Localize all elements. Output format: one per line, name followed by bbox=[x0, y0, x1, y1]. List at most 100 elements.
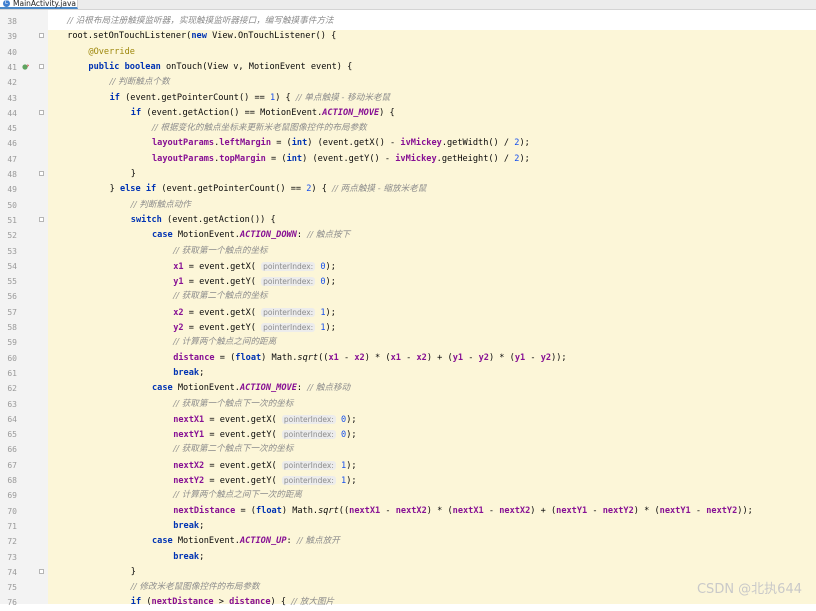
line-number: 62 bbox=[7, 384, 17, 394]
code-text: if (event.getAction() == MotionEvent.ACT… bbox=[131, 106, 395, 121]
fold-toggle-icon[interactable] bbox=[39, 216, 44, 222]
tab-label: MainActivity.java bbox=[13, 0, 76, 8]
code-token: = ( bbox=[265, 153, 287, 164]
code-token: ) Math. bbox=[261, 352, 298, 363]
code-line[interactable]: 57 x2 = event.getX( pointerIndex: 1); bbox=[0, 305, 816, 320]
code-text: // 判断触点动作 bbox=[131, 198, 191, 213]
code-token: new bbox=[191, 31, 207, 42]
code-line[interactable]: 43 if (event.getPointerCount() == 1) { //… bbox=[0, 91, 816, 106]
override-icon[interactable] bbox=[22, 63, 29, 71]
code-token: ); bbox=[519, 153, 530, 164]
code-line[interactable]: 67 nextX2 = event.getX( pointerIndex: 1); bbox=[0, 458, 816, 473]
code-text: nextX2 = event.getX( pointerIndex: 1); bbox=[173, 458, 357, 474]
code-token: // 判断触点动作 bbox=[130, 199, 191, 210]
code-line[interactable]: 66 // 获取第二个触点下一次的坐标 bbox=[0, 442, 816, 457]
code-token: // 获取第二个触点的坐标 bbox=[173, 291, 268, 302]
code-token: nextDistance bbox=[173, 505, 236, 516]
code-line[interactable]: 73 break; bbox=[0, 550, 816, 565]
code-token: } bbox=[130, 169, 136, 179]
code-line[interactable]: 74} bbox=[0, 565, 816, 580]
code-line[interactable]: 52 case MotionEvent.ACTION_DOWN: // 触点按下 bbox=[0, 228, 816, 243]
code-line[interactable]: 59 // 计算两个触点之间的距离 bbox=[0, 335, 816, 350]
code-line[interactable]: 46 layoutParams.leftMargin = (int) (event… bbox=[0, 136, 816, 151]
code-token: - bbox=[483, 505, 500, 516]
code-line[interactable]: 61 break; bbox=[0, 366, 816, 381]
code-token: x1 bbox=[328, 352, 339, 363]
code-token: if bbox=[109, 92, 120, 103]
parameter-hint: pointerIndex: bbox=[261, 307, 316, 317]
code-line[interactable]: 58 y2 = event.getY( pointerIndex: 1); bbox=[0, 320, 816, 335]
code-text: layoutParams.leftMargin = (int) (event.g… bbox=[152, 136, 530, 151]
code-line[interactable]: 44 if (event.getAction() == MotionEvent.A… bbox=[0, 106, 816, 121]
code-line[interactable]: 68 nextY2 = event.getY( pointerIndex: 1); bbox=[0, 473, 816, 488]
code-line[interactable]: 54 x1 = event.getX( pointerIndex: 0); bbox=[0, 259, 816, 274]
code-token: MotionEvent. bbox=[172, 536, 240, 547]
code-line[interactable]: 76 if (nextDistance > distance) { // 放大图片 bbox=[0, 595, 816, 610]
code-token: ); bbox=[325, 307, 336, 318]
code-token: - bbox=[525, 352, 541, 363]
code-token: // 获取第一个触点的坐标 bbox=[173, 245, 268, 256]
watermark: CSDN @北执644 bbox=[696, 582, 802, 597]
code-line[interactable]: 70 nextDistance = (float) Math.sqrt((next… bbox=[0, 504, 816, 519]
code-line[interactable]: 42 // 判断触点个数 bbox=[0, 75, 816, 90]
code-line[interactable]: 53 // 获取第一个触点的坐标 bbox=[0, 244, 816, 259]
code-token: ivMickey bbox=[395, 153, 437, 164]
code-line[interactable]: 64 nextX1 = event.getX( pointerIndex: 0); bbox=[0, 412, 816, 427]
tab-main-activity[interactable]: C MainActivity.java bbox=[0, 0, 78, 9]
parameter-hint: pointerIndex: bbox=[281, 414, 336, 424]
code-line[interactable]: 45 // 根据变化的触点坐标来更新米老鼠图像控件的布局参数 bbox=[0, 121, 816, 136]
line-number: 48 bbox=[7, 170, 17, 179]
code-token: // 根据变化的触点坐标来更新米老鼠图像控件的布局参数 bbox=[152, 123, 367, 134]
code-token: = event.getX( bbox=[204, 414, 282, 425]
fold-toggle-icon[interactable] bbox=[39, 33, 44, 39]
code-line[interactable]: 39 root.setOnTouchListener(new View.OnTou… bbox=[0, 29, 816, 44]
code-token: nextY2 bbox=[173, 476, 205, 486]
code-line[interactable]: 41 public boolean onTouch(View v, MotionE… bbox=[0, 60, 816, 75]
code-line[interactable]: 40 @Override bbox=[0, 45, 816, 60]
code-text: y2 = event.getY( pointerIndex: 1); bbox=[173, 320, 336, 336]
code-token: // 放大图片 bbox=[291, 597, 335, 608]
line-number: 57 bbox=[7, 307, 17, 317]
code-line[interactable]: 49} else if (event.getPointerCount() == … bbox=[0, 182, 816, 197]
code-line[interactable]: 75 // 修改米老鼠图像控件的布局参数 bbox=[0, 580, 816, 595]
code-token: // 触点移动 bbox=[307, 383, 351, 394]
code-token: x2 bbox=[416, 352, 427, 363]
fold-toggle-icon[interactable] bbox=[39, 63, 44, 69]
code-line[interactable]: 63 // 获取第一个触点下一次的坐标 bbox=[0, 397, 816, 412]
code-editor[interactable]: 38 // 沿根布局注册触摸监听器，实现触摸监听器接口，编写触摸事件方法 39 roo… bbox=[0, 10, 816, 607]
parameter-hint: pointerIndex: bbox=[281, 430, 336, 440]
code-line[interactable]: 71 break; bbox=[0, 519, 816, 534]
code-line[interactable]: 60 distance = (float) Math.sqrt((x1 - x2)… bbox=[0, 351, 816, 366]
code-line[interactable]: 62 case MotionEvent.ACTION_MOVE: // 触点移动 bbox=[0, 381, 816, 396]
code-token: nextX1 bbox=[452, 505, 484, 516]
code-token: ) * ( bbox=[364, 352, 391, 363]
code-line[interactable]: 48} bbox=[0, 167, 816, 182]
fold-toggle-icon[interactable] bbox=[39, 568, 44, 574]
code-line[interactable]: 50 // 判断触点动作 bbox=[0, 198, 816, 213]
code-token: - bbox=[690, 505, 707, 516]
code-line[interactable]: 69 // 计算两个触点之间下一次的距离 bbox=[0, 488, 816, 503]
code-token: ( bbox=[141, 597, 152, 608]
code-token: )); bbox=[737, 505, 753, 516]
code-text: // 获取第一个触点的坐标 bbox=[173, 244, 267, 259]
fold-toggle-icon[interactable] bbox=[39, 109, 44, 115]
code-token: case bbox=[152, 383, 173, 394]
code-token: break bbox=[173, 367, 200, 378]
code-line[interactable]: 72 case MotionEvent.ACTION_UP: // 触点放开 bbox=[0, 534, 816, 549]
code-line[interactable]: 55 y1 = event.getY( pointerIndex: 0); bbox=[0, 274, 816, 289]
fold-toggle-icon[interactable] bbox=[39, 171, 44, 176]
editor-tab-bar: C MainActivity.java bbox=[0, 0, 816, 10]
code-token: nextX2 bbox=[173, 460, 205, 471]
code-token: int bbox=[291, 138, 308, 149]
code-token: ); bbox=[346, 476, 357, 486]
code-line[interactable]: 47 layoutParams.topMargin = (int) (event.… bbox=[0, 152, 816, 167]
code-token: float bbox=[235, 352, 262, 363]
code-line[interactable]: 65 nextY1 = event.getY( pointerIndex: 0); bbox=[0, 427, 816, 442]
code-line[interactable]: 38 // 沿根布局注册触摸监听器，实现触摸监听器接口，编写触摸事件方法 bbox=[0, 14, 816, 29]
code-token: leftMargin bbox=[219, 138, 272, 149]
code-line[interactable]: 51 switch (event.getAction()) { bbox=[0, 213, 816, 228]
code-text: // 计算两个触点之间的距离 bbox=[173, 335, 276, 350]
code-text: case MotionEvent.ACTION_MOVE: // 触点移动 bbox=[152, 381, 350, 396]
code-line[interactable]: 56 // 获取第二个触点的坐标 bbox=[0, 289, 816, 304]
line-number: 69 bbox=[7, 491, 17, 501]
